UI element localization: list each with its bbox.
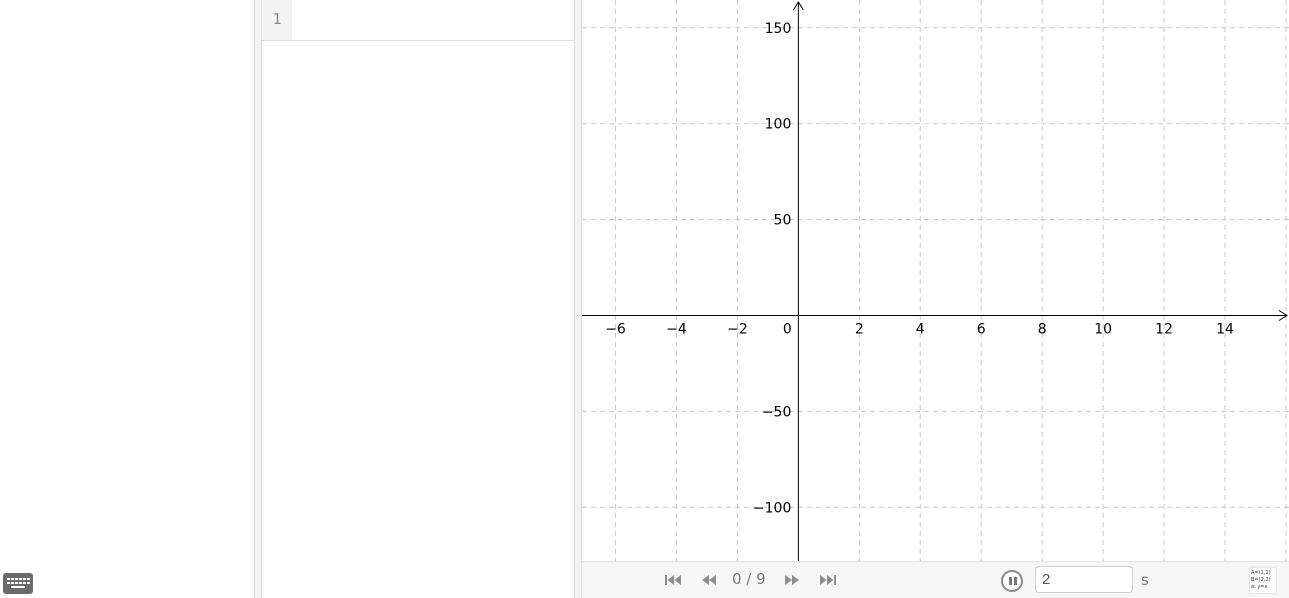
x-tick-label: 14 (1216, 322, 1234, 338)
x-tick-label: −6 (605, 322, 626, 338)
y-tick-label: 150 (765, 21, 792, 37)
algebra-view-icon-line: A=(1,1) (1251, 570, 1271, 576)
step-counter: 0 / 9 (732, 570, 766, 588)
algebra-row-number: 1 (262, 0, 292, 40)
horizontal-gridlines (582, 27, 1289, 508)
pause-icon[interactable] (1001, 570, 1023, 592)
origin-label: 0 (783, 322, 792, 338)
vertical-gridlines (615, 0, 1287, 561)
algebra-view-icon-line: B=(2,2) (1251, 577, 1271, 583)
y-tick-label: 50 (774, 213, 792, 229)
view-divider[interactable] (575, 0, 582, 598)
algebra-view-icon-line: a: y=x (1251, 584, 1268, 590)
x-tick-label: 2 (855, 322, 864, 338)
y-tick-label: −50 (762, 404, 792, 420)
x-axis-ticks: −6 −4 −2 2 4 6 8 10 12 14 (605, 322, 1234, 338)
keyboard-icon[interactable] (3, 573, 33, 594)
coordinate-plane[interactable]: −6 −4 −2 2 4 6 8 10 12 14 150 100 50 −50 −100 0 (582, 0, 1289, 561)
x-tick-label: −2 (727, 322, 748, 338)
first-step-icon[interactable] (664, 571, 682, 589)
x-tick-label: 10 (1094, 322, 1112, 338)
algebra-input-row[interactable]: 1 (262, 0, 574, 41)
x-tick-label: 8 (1038, 322, 1047, 338)
algebra-view: 1 (261, 0, 575, 598)
algebra-input-field[interactable] (292, 0, 574, 40)
x-tick-label: 6 (977, 322, 986, 338)
speed-unit: s (1141, 571, 1149, 589)
last-step-icon[interactable] (819, 571, 837, 589)
playback-toolbar: 0 / 9 s A=(1,1) B=(2,2) a: y=x (582, 561, 1289, 598)
y-axis-ticks: 150 100 50 −50 −100 (753, 21, 791, 516)
next-step-icon[interactable] (783, 571, 801, 589)
left-panel (0, 0, 254, 598)
y-tick-label: 100 (765, 117, 792, 133)
x-tick-label: 4 (916, 322, 925, 338)
algebra-view-icon[interactable]: A=(1,1) B=(2,2) a: y=x (1249, 567, 1277, 594)
x-tick-label: −4 (666, 322, 687, 338)
speed-input[interactable] (1035, 566, 1133, 593)
graphics-view[interactable]: −6 −4 −2 2 4 6 8 10 12 14 150 100 50 −50 −100 0 (582, 0, 1289, 561)
x-tick-label: 12 (1155, 322, 1173, 338)
previous-step-icon[interactable] (700, 571, 718, 589)
y-tick-label: −100 (753, 500, 791, 516)
